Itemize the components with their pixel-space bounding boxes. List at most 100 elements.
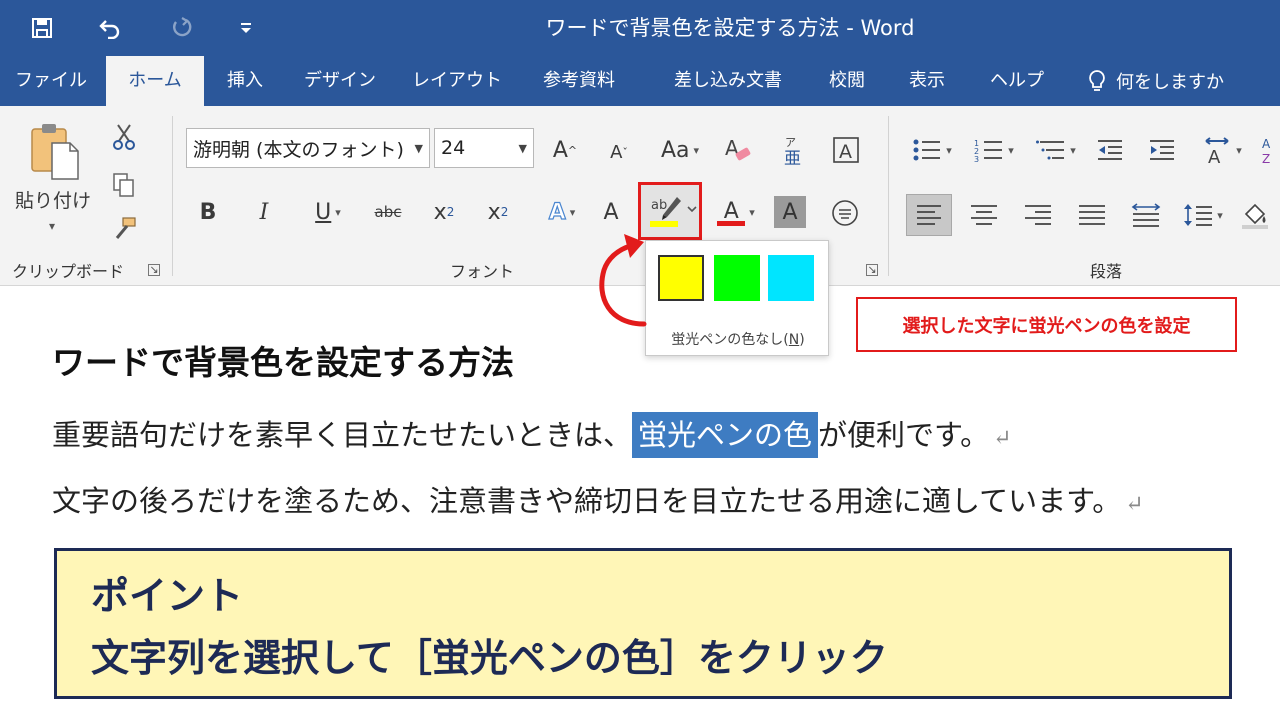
distributed-icon bbox=[1131, 203, 1161, 227]
text-effects-icon: A bbox=[548, 199, 566, 225]
justify-icon bbox=[1079, 205, 1105, 225]
font-group-label: フォント bbox=[450, 262, 515, 281]
strikethrough-button[interactable]: abc bbox=[368, 192, 408, 232]
text-shading-button[interactable]: A bbox=[594, 192, 628, 232]
font-size-combo[interactable]: 24 ▼ bbox=[434, 128, 534, 168]
no-color-close: ) bbox=[799, 332, 805, 348]
paragraph-group-label: 段落 bbox=[1090, 262, 1123, 281]
tab-insert[interactable]: 挿入 bbox=[214, 56, 276, 106]
text-direction-button[interactable]: A ▾ bbox=[1196, 130, 1248, 170]
cut-icon[interactable] bbox=[108, 120, 140, 154]
bullets-button[interactable]: ▾ bbox=[906, 132, 958, 168]
svg-text:A: A bbox=[1208, 147, 1221, 165]
tab-file[interactable]: ファイル bbox=[10, 56, 92, 106]
chevron-down-icon: ▾ bbox=[1236, 143, 1242, 157]
paragraph-1[interactable]: 重要語句だけを素早く目立たせたいときは、 蛍光ペンの色 が便利です。 ↵ bbox=[52, 412, 1012, 458]
multilevel-list-button[interactable]: ▾ bbox=[1030, 132, 1082, 168]
tab-view[interactable]: 表示 bbox=[896, 56, 958, 106]
bold-button[interactable]: B bbox=[190, 192, 226, 232]
font-color-swatch bbox=[717, 220, 746, 226]
line-spacing-button[interactable]: ▾ bbox=[1176, 194, 1230, 236]
svg-text:ア: ア bbox=[785, 136, 796, 149]
tab-layout[interactable]: レイアウト bbox=[402, 56, 512, 106]
text-direction-icon: A bbox=[1205, 137, 1229, 165]
paragraph-shading-button[interactable] bbox=[1240, 194, 1280, 236]
clipboard-launcher-icon[interactable]: ↘ bbox=[148, 264, 160, 276]
subscript-base: x bbox=[433, 199, 447, 225]
subscript-button[interactable]: x2 bbox=[424, 192, 464, 232]
format-painter-icon[interactable] bbox=[108, 212, 140, 246]
tab-references[interactable]: 参考資料 bbox=[524, 56, 634, 106]
selected-text[interactable]: 蛍光ペンの色 bbox=[632, 412, 819, 458]
paragraph-mark-icon: ↵ bbox=[1125, 492, 1144, 517]
font-launcher-icon[interactable]: ↘ bbox=[866, 264, 878, 276]
bullets-icon bbox=[913, 139, 941, 161]
sort-icon: AZ bbox=[1262, 137, 1271, 165]
chevron-down-icon: ▾ bbox=[693, 143, 700, 157]
increase-indent-button[interactable] bbox=[1142, 132, 1182, 168]
distributed-button[interactable] bbox=[1124, 194, 1168, 236]
line-spacing-icon bbox=[1184, 204, 1213, 226]
chevron-down-icon: ▾ bbox=[569, 205, 576, 219]
chevron-down-icon: ▾ bbox=[1217, 208, 1223, 222]
italic-button[interactable]: I bbox=[246, 192, 282, 232]
svg-text:ab: ab bbox=[651, 198, 667, 213]
font-color-button[interactable]: A ▾ bbox=[708, 192, 764, 232]
chevron-down-icon: ▾ bbox=[1008, 143, 1014, 157]
tab-home[interactable]: ホーム bbox=[106, 56, 204, 106]
sort-button[interactable]: AZ bbox=[1258, 132, 1280, 168]
character-border-button[interactable]: A bbox=[828, 130, 864, 170]
paste-icon[interactable] bbox=[22, 120, 86, 182]
chevron-down-icon[interactable]: ▼ bbox=[519, 142, 527, 155]
superscript-mark: 2 bbox=[500, 205, 509, 219]
svg-text:Z: Z bbox=[1262, 152, 1270, 165]
chevron-down-icon[interactable]: ▼ bbox=[415, 142, 423, 155]
paragraph-mark-icon: ↵ bbox=[993, 426, 1012, 451]
ribbon-tab-bar: ファイル ホーム 挿入 デザイン レイアウト 参考資料 差し込み文書 校閲 表示… bbox=[0, 56, 1280, 106]
chevron-down-icon: ▾ bbox=[946, 143, 952, 157]
document-heading[interactable]: ワードで背景色を設定する方法 bbox=[52, 336, 514, 384]
justify-button[interactable] bbox=[1070, 194, 1114, 236]
point-body: 文字列を選択して［蛍光ペンの色］をクリック bbox=[91, 636, 888, 680]
enclose-characters-button[interactable] bbox=[826, 194, 864, 232]
align-left-button[interactable] bbox=[906, 194, 952, 236]
align-right-icon bbox=[1025, 205, 1051, 225]
font-name-value: 游明朝 (本文のフォント) bbox=[193, 138, 404, 161]
align-center-button[interactable] bbox=[962, 194, 1006, 236]
tab-design[interactable]: デザイン bbox=[290, 56, 390, 106]
align-right-button[interactable] bbox=[1016, 194, 1060, 236]
title-bar: ワードで背景色を設定する方法 - Word bbox=[0, 0, 1280, 56]
svg-text:A: A bbox=[1262, 137, 1271, 151]
numbering-button[interactable]: 1 2 3 ▾ bbox=[968, 132, 1020, 168]
tab-review[interactable]: 校閲 bbox=[816, 56, 878, 106]
superscript-button[interactable]: x2 bbox=[478, 192, 518, 232]
clear-formatting-button[interactable]: A bbox=[718, 130, 758, 170]
paste-button[interactable]: 貼り付け bbox=[8, 186, 98, 212]
character-shading-button[interactable]: A bbox=[774, 196, 806, 228]
tell-me-search[interactable]: 何をしますか bbox=[1088, 56, 1224, 106]
shrink-font-icon: A bbox=[610, 141, 623, 163]
grow-font-icon: A bbox=[552, 137, 568, 163]
superscript-base: x bbox=[487, 199, 501, 225]
swatch-turquoise[interactable] bbox=[768, 255, 814, 301]
tab-mailings[interactable]: 差し込み文書 bbox=[648, 56, 808, 106]
paste-dropdown-icon[interactable]: ▾ bbox=[40, 216, 64, 236]
font-size-value: 24 bbox=[441, 137, 466, 159]
paragraph-1-text-after: が便利です。 bbox=[818, 418, 990, 452]
text-effects-button[interactable]: A ▾ bbox=[534, 192, 590, 232]
underline-button[interactable]: U ▾ bbox=[296, 192, 360, 232]
change-case-button[interactable]: Aa ▾ bbox=[652, 130, 708, 170]
tab-help[interactable]: ヘルプ bbox=[976, 56, 1058, 106]
swatch-bright-green[interactable] bbox=[714, 255, 760, 301]
paragraph-2[interactable]: 文字の後ろだけを塗るため、注意書きや締切日を目立たせる用途に適しています。 ↵ bbox=[52, 478, 1144, 520]
phonetic-guide-button[interactable]: ア亜 bbox=[774, 128, 814, 172]
copy-icon[interactable] bbox=[108, 168, 140, 202]
no-color-text: 蛍光ペンの色なし( bbox=[671, 332, 789, 348]
grow-font-button[interactable]: A ^ bbox=[548, 130, 582, 170]
align-left-icon bbox=[917, 205, 941, 225]
decrease-indent-button[interactable] bbox=[1090, 132, 1130, 168]
shrink-font-button[interactable]: Aˇ bbox=[602, 132, 636, 172]
group-divider bbox=[888, 116, 889, 276]
font-name-combo[interactable]: 游明朝 (本文のフォント) ▼ bbox=[186, 128, 430, 168]
svg-text:亜: 亜 bbox=[784, 149, 801, 166]
